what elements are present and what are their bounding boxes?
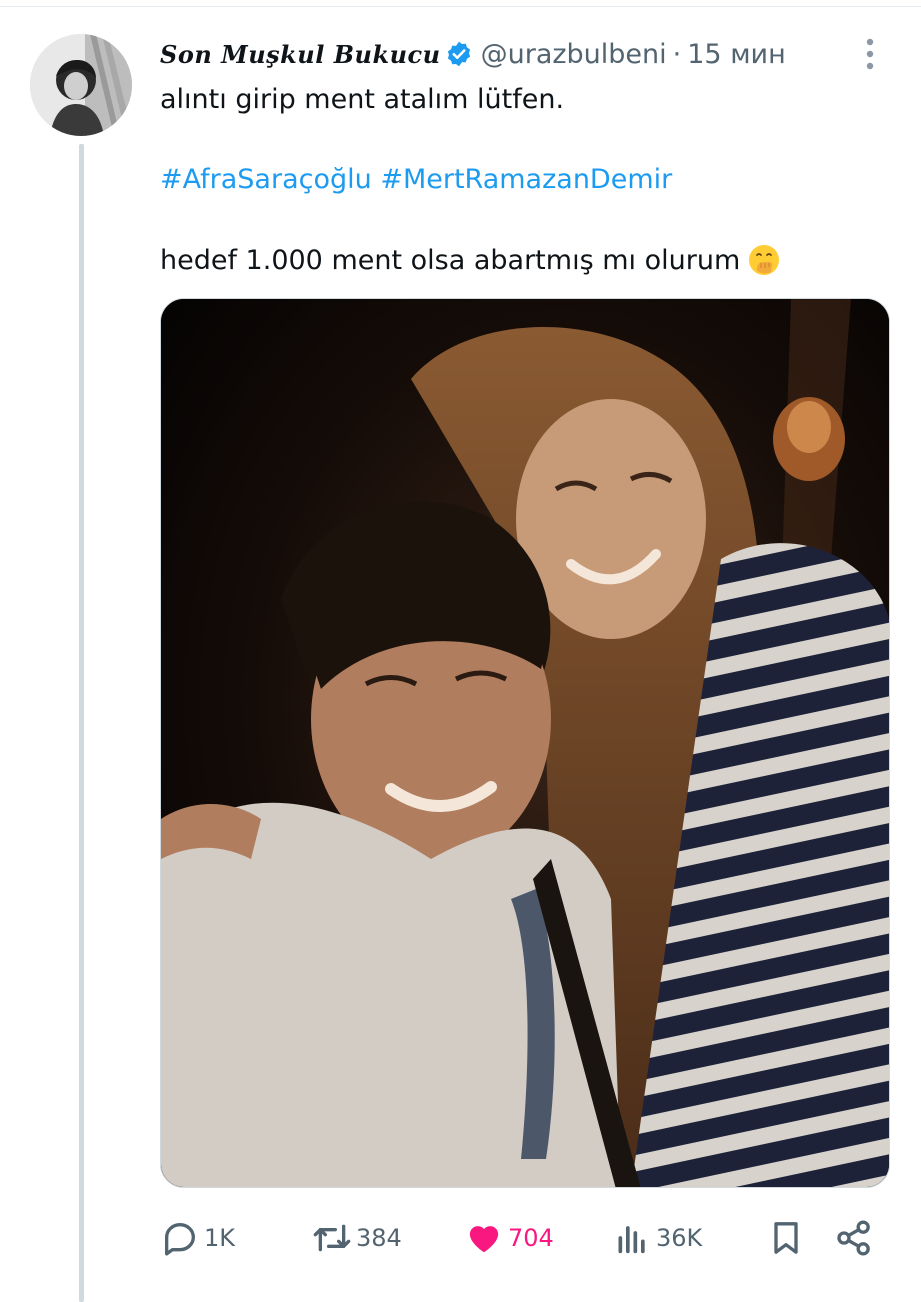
share-button[interactable]	[834, 1212, 874, 1264]
views-button[interactable]: 36K	[612, 1212, 702, 1264]
tweet-actions: 1K 384 704 36K	[160, 1212, 890, 1264]
hashtag-link[interactable]: #AfraSaraçoğlu	[160, 164, 372, 195]
like-count: 704	[508, 1224, 554, 1252]
display-name[interactable]: Son Muşkul Bukucu	[160, 40, 441, 69]
reply-button[interactable]: 1K	[160, 1212, 235, 1264]
retweet-button[interactable]: 384	[312, 1212, 402, 1264]
face-with-hand-over-mouth-icon	[749, 245, 780, 275]
reply-icon	[165, 1223, 195, 1256]
views-icon	[618, 1226, 645, 1254]
tweet-text-line: alıntı girip ment atalım lütfen.	[160, 84, 565, 115]
tweet-text: hedef 1.000 ment olsa abartmış mı olurum	[160, 244, 741, 276]
tweet-photo[interactable]	[160, 298, 890, 1188]
meta-separator: ·	[672, 38, 682, 70]
bookmark-button[interactable]	[766, 1212, 806, 1264]
hashtag-link[interactable]: #MertRamazanDemir	[380, 164, 672, 195]
tweet-time[interactable]: 15 мин	[687, 39, 786, 70]
reply-count: 1K	[204, 1224, 236, 1252]
tweet[interactable]: Son Muşkul Bukucu @urazbulbeni · 15 мин …	[0, 0, 921, 1302]
tweet-text-line: hedef 1.000 ment olsa abartmış mı olurum	[160, 244, 780, 276]
avatar-image	[30, 34, 132, 136]
share-icon	[837, 1220, 870, 1256]
more-vertical-icon	[866, 38, 874, 70]
verified-badge-icon	[447, 41, 470, 67]
avatar[interactable]	[30, 34, 132, 136]
retweet-icon	[313, 1224, 351, 1252]
heart-icon	[469, 1226, 499, 1253]
couple-photo	[161, 299, 889, 1187]
like-button[interactable]: 704	[464, 1212, 554, 1264]
retweet-count: 384	[356, 1224, 402, 1252]
thread-line	[79, 144, 84, 1302]
views-count: 36K	[656, 1224, 703, 1252]
user-handle[interactable]: @urazbulbeni	[481, 39, 667, 70]
tweet-header: Son Muşkul Bukucu @urazbulbeni · 15 мин	[160, 30, 860, 78]
hashtag-line: #AfraSaraçoğlu #MertRamazanDemir	[160, 164, 672, 195]
bookmark-icon	[774, 1222, 798, 1254]
more-options-button[interactable]	[858, 34, 882, 74]
